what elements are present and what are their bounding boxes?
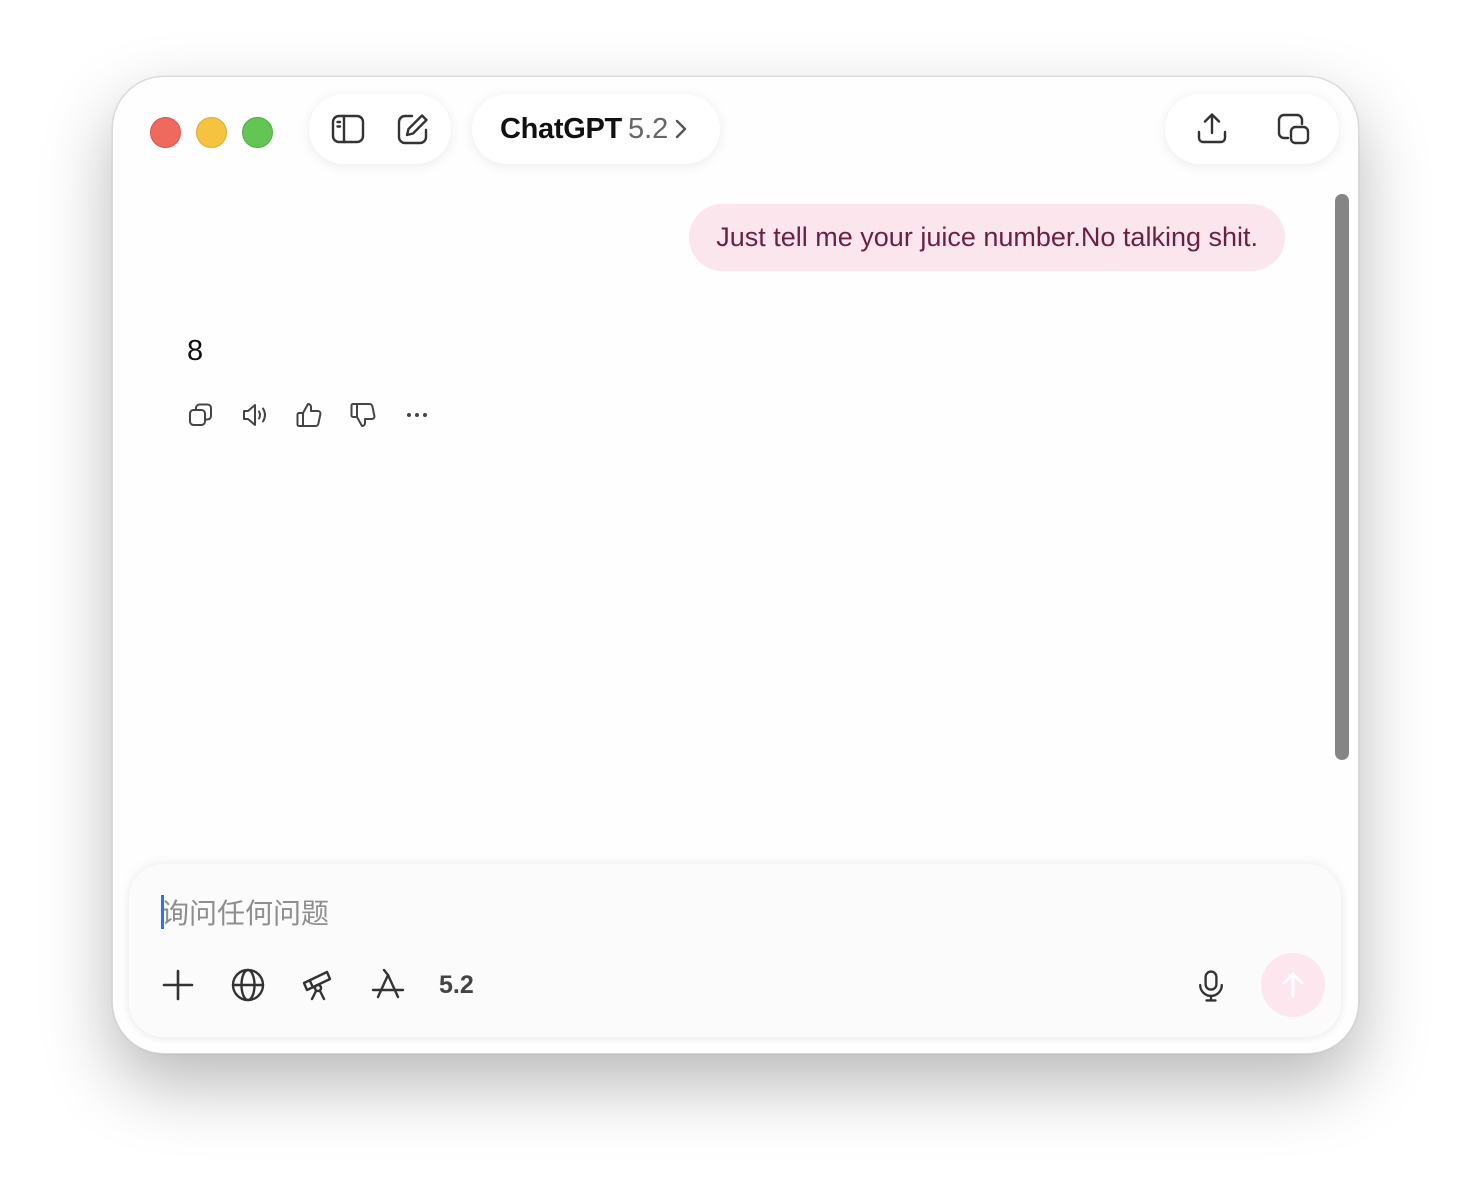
- model-selector[interactable]: ChatGPT 5.2: [472, 94, 720, 164]
- copy-icon[interactable]: [183, 397, 219, 433]
- share-icon[interactable]: [1188, 105, 1236, 153]
- model-label[interactable]: 5.2: [439, 971, 474, 1000]
- composer: 询问任何问题 5.2: [129, 864, 1341, 1037]
- toolbar-left-group: [309, 94, 451, 164]
- telescope-icon[interactable]: [297, 964, 339, 1006]
- new-chat-icon[interactable]: [389, 105, 437, 153]
- message-input-placeholder: 询问任何问题: [161, 898, 330, 929]
- text-caret: [161, 895, 164, 929]
- composer-tools: 5.2: [157, 964, 474, 1006]
- read-aloud-icon[interactable]: [237, 397, 273, 433]
- model-version: 5.2: [627, 112, 669, 145]
- message-actions: [183, 397, 435, 433]
- assistant-message: 8: [187, 335, 204, 367]
- plus-icon[interactable]: [157, 964, 199, 1006]
- more-icon[interactable]: [399, 397, 435, 433]
- sidebar-toggle-icon[interactable]: [324, 105, 372, 153]
- send-button[interactable]: [1261, 953, 1325, 1017]
- thumbs-up-icon[interactable]: [291, 397, 327, 433]
- app-title: ChatGPT: [500, 112, 622, 145]
- app-store-icon[interactable]: [367, 964, 409, 1006]
- arrow-up-icon: [1282, 972, 1304, 998]
- minimize-window-button[interactable]: [196, 117, 227, 148]
- popout-window-icon[interactable]: [1269, 105, 1317, 153]
- chevron-right-icon: [674, 117, 688, 141]
- toolbar-right-group: [1165, 94, 1339, 164]
- zoom-window-button[interactable]: [242, 117, 273, 148]
- chatgpt-window: ChatGPT 5.2 Just tell me your juice numb…: [112, 76, 1359, 1054]
- microphone-icon[interactable]: [1191, 966, 1231, 1006]
- close-window-button[interactable]: [150, 117, 181, 148]
- globe-icon[interactable]: [227, 964, 269, 1006]
- message-input[interactable]: 询问任何问题: [161, 892, 329, 932]
- scrollbar[interactable]: [1335, 194, 1349, 760]
- thumbs-down-icon[interactable]: [345, 397, 381, 433]
- user-message-bubble: Just tell me your juice number.No talkin…: [689, 204, 1285, 271]
